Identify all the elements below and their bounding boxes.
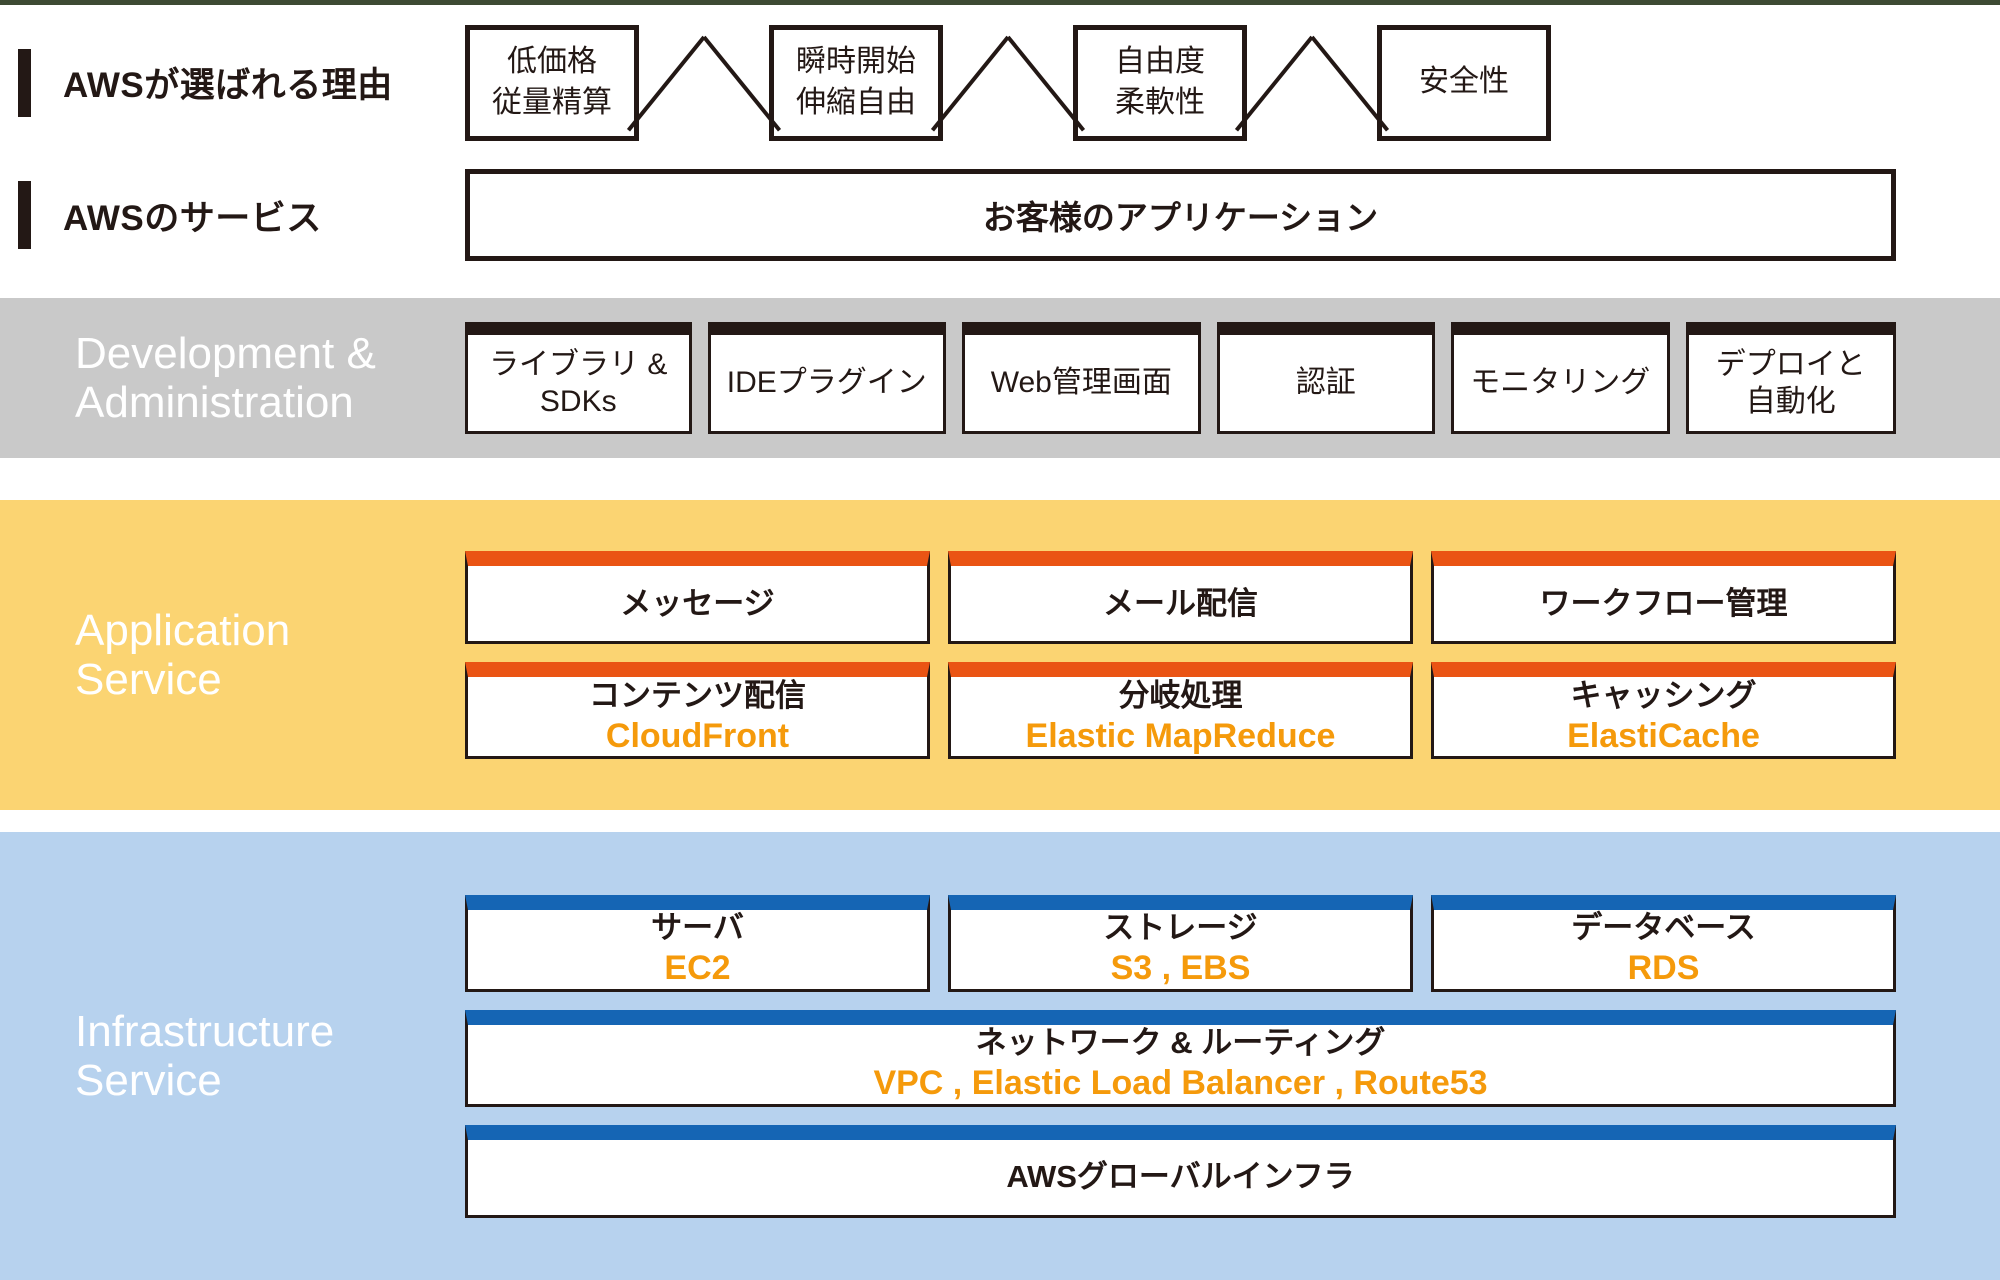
svc-card-service-name: ElastiCache xyxy=(1567,716,1760,755)
svc-card-database[interactable]: データベース RDS xyxy=(1431,894,1896,992)
svc-card-title: AWSグローバルインフラ xyxy=(1006,1159,1355,1195)
development-administration-label-col: Development & Administration xyxy=(0,329,465,428)
application-service-row-2: コンテンツ配信 CloudFront 分岐処理 Elastic MapReduc… xyxy=(465,662,1896,759)
aws-services-content: お客様のアプリケーション xyxy=(465,169,2000,261)
svc-card-service-name: RDS xyxy=(1627,949,1700,988)
development-administration-title: Development & Administration xyxy=(75,328,376,427)
svc-card-network-routing[interactable]: ネットワーク & ルーティング VPC , Elastic Load Balan… xyxy=(465,1009,1896,1107)
svc-card-storage[interactable]: ストレージ S3 , EBS xyxy=(948,894,1413,992)
aws-services-band: AWSのサービス お客様のアプリケーション xyxy=(0,160,2000,270)
aws-architecture-diagram: AWSが選ばれる理由 低価格 従量精算 瞬時開始 伸縮自由 自由度 柔軟性 安全… xyxy=(0,0,2000,1280)
application-service-label-col: Application Service xyxy=(0,606,465,705)
cross-icon xyxy=(639,37,769,129)
bullet-tick-icon xyxy=(18,48,31,117)
svc-card-title: データベース xyxy=(1571,910,1756,946)
infrastructure-service-row-2: ネットワーク & ルーティング VPC , Elastic Load Balan… xyxy=(465,1009,1896,1107)
reasons-band: AWSが選ばれる理由 低価格 従量精算 瞬時開始 伸縮自由 自由度 柔軟性 安全… xyxy=(0,5,2000,160)
cross-icon xyxy=(1247,37,1377,129)
svc-card-title: メッセージ xyxy=(620,585,775,621)
development-administration-content: ライブラリ & SDKs IDEプラグイン Web管理画面 認証 モニタリング … xyxy=(465,322,2000,434)
infrastructure-service-label-col: Infrastructure Service xyxy=(0,1007,465,1106)
reasons-row: 低価格 従量精算 瞬時開始 伸縮自由 自由度 柔軟性 安全性 xyxy=(465,24,1896,141)
svc-card-service-name: Elastic MapReduce xyxy=(1025,716,1336,755)
aws-services-label: AWSのサービス xyxy=(63,198,322,238)
svc-card-title: メール配信 xyxy=(1103,585,1258,621)
svc-card-messaging[interactable]: メッセージ xyxy=(465,551,930,644)
svc-card-service-name: CloudFront xyxy=(605,716,790,755)
svc-card-content-delivery[interactable]: コンテンツ配信 CloudFront xyxy=(465,662,930,759)
infrastructure-service-row-3: AWSグローバルインフラ xyxy=(465,1124,1896,1218)
dev-box-libraries-sdks[interactable]: ライブラリ & SDKs xyxy=(465,322,692,434)
dev-box-monitoring[interactable]: モニタリング xyxy=(1451,322,1670,434)
dev-box-web-console[interactable]: Web管理画面 xyxy=(962,322,1201,434)
infrastructure-service-content: サーバ EC2 ストレージ S3 , EBS データベース RDS ネットワーク… xyxy=(465,894,2000,1218)
svc-card-service-name: S3 , EBS xyxy=(1110,949,1251,988)
svc-card-title: ワークフロー管理 xyxy=(1539,585,1788,621)
reasons-label-col: AWSが選ばれる理由 xyxy=(0,48,465,117)
cross-icon xyxy=(943,37,1073,129)
svc-card-service-name: EC2 xyxy=(664,949,731,988)
svc-card-mail-delivery[interactable]: メール配信 xyxy=(948,551,1413,644)
infrastructure-service-band: Infrastructure Service サーバ EC2 ストレージ S3 … xyxy=(0,832,2000,1280)
dev-box-authentication[interactable]: 認証 xyxy=(1216,322,1436,434)
infrastructure-service-row-1: サーバ EC2 ストレージ S3 , EBS データベース RDS xyxy=(465,894,1896,992)
development-administration-row: ライブラリ & SDKs IDEプラグイン Web管理画面 認証 モニタリング … xyxy=(465,322,1896,434)
reasons-content: 低価格 従量精算 瞬時開始 伸縮自由 自由度 柔軟性 安全性 xyxy=(465,24,2000,141)
svc-card-title: サーバ xyxy=(651,910,744,946)
svc-card-title: コンテンツ配信 xyxy=(589,677,806,713)
reason-box-low-price[interactable]: 低価格 従量精算 xyxy=(465,24,639,141)
dev-box-ide-plugin[interactable]: IDEプラグイン xyxy=(707,322,947,434)
reason-box-security[interactable]: 安全性 xyxy=(1377,24,1551,141)
dev-box-deploy-automation[interactable]: デプロイと 自動化 xyxy=(1685,322,1896,434)
svc-card-global-infrastructure[interactable]: AWSグローバルインフラ xyxy=(465,1124,1896,1218)
development-administration-band: Development & Administration ライブラリ & SDK… xyxy=(0,298,2000,458)
reason-box-instant-start[interactable]: 瞬時開始 伸縮自由 xyxy=(769,24,943,141)
svc-card-title: キャッシング xyxy=(1570,677,1757,713)
svc-card-title: ネットワーク & ルーティング xyxy=(975,1025,1386,1061)
customer-application-box[interactable]: お客様のアプリケーション xyxy=(465,169,1896,261)
application-service-title: Application Service xyxy=(75,605,291,704)
svc-card-workflow-management[interactable]: ワークフロー管理 xyxy=(1431,551,1896,644)
reason-box-flexibility[interactable]: 自由度 柔軟性 xyxy=(1073,24,1247,141)
bullet-tick-icon xyxy=(18,181,31,249)
svc-card-title: ストレージ xyxy=(1103,910,1258,946)
application-service-row-1: メッセージ メール配信 ワークフロー管理 xyxy=(465,551,1896,644)
aws-services-label-col: AWSのサービス xyxy=(0,181,465,249)
svc-card-server[interactable]: サーバ EC2 xyxy=(465,894,930,992)
application-service-content: メッセージ メール配信 ワークフロー管理 コンテンツ配信 CloudFront … xyxy=(465,551,2000,759)
infrastructure-service-title: Infrastructure Service xyxy=(75,1006,335,1105)
svc-card-title: 分岐処理 xyxy=(1118,677,1243,713)
svc-card-service-name: VPC , Elastic Load Balancer , Route53 xyxy=(873,1064,1488,1103)
svc-card-branch-processing[interactable]: 分岐処理 Elastic MapReduce xyxy=(948,662,1413,759)
reasons-label: AWSが選ばれる理由 xyxy=(63,66,393,105)
application-service-band: Application Service メッセージ メール配信 ワークフロー管理… xyxy=(0,500,2000,810)
svc-card-caching[interactable]: キャッシング ElastiCache xyxy=(1431,662,1896,759)
